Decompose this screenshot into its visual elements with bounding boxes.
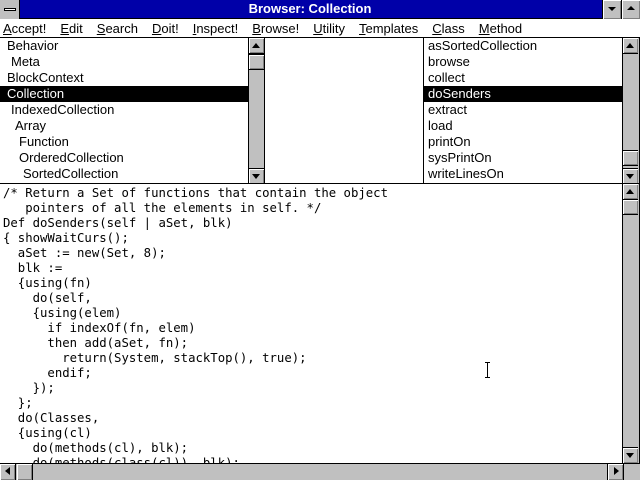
menu-templates[interactable]: Templates: [359, 20, 418, 37]
code-line: {using(fn): [3, 276, 92, 290]
code-line: blk :=: [3, 261, 63, 275]
scroll-up-icon[interactable]: [249, 38, 264, 54]
menu-method[interactable]: Method: [479, 20, 522, 37]
method-list-item[interactable]: browse: [424, 54, 623, 70]
menu-accept[interactable]: Accept!: [3, 20, 46, 37]
method-list-item[interactable]: sysPrintOn: [424, 150, 623, 166]
menu-browse[interactable]: Browse!: [252, 20, 299, 37]
scroll-right-icon[interactable]: [607, 464, 623, 480]
scroll-left-icon[interactable]: [0, 464, 16, 480]
code-line: {using(elem): [3, 306, 122, 320]
code-line: do(methods(class(cl)), blk);: [3, 456, 240, 463]
method-list-item[interactable]: asSortedCollection: [424, 38, 623, 54]
class-list-item[interactable]: IndexedCollection: [0, 102, 249, 118]
method-list[interactable]: asSortedCollection browse collect doSenders…: [424, 38, 623, 183]
code-line: do(Classes,: [3, 411, 100, 425]
class-list-item[interactable]: Meta: [0, 54, 249, 70]
scroll-thumb[interactable]: [623, 150, 638, 166]
category-list[interactable]: [266, 38, 423, 183]
system-menu-icon[interactable]: [0, 0, 20, 19]
scroll-thumb[interactable]: [623, 199, 638, 215]
class-list-item[interactable]: BlockContext: [0, 70, 249, 86]
code-line: };: [3, 396, 33, 410]
class-list-item[interactable]: Collection: [0, 86, 249, 102]
code-line: });: [3, 381, 55, 395]
menu-doit[interactable]: Doit!: [152, 20, 179, 37]
scroll-thumb[interactable]: [17, 464, 33, 480]
code-line: aSet := new(Set, 8);: [3, 246, 166, 260]
editor-vertical-scrollbar[interactable]: [622, 184, 640, 463]
class-list[interactable]: Behavior Meta BlockContext Collection Indexe…: [0, 38, 249, 183]
class-list-item[interactable]: Function: [0, 134, 249, 150]
title-bar[interactable]: Browser: Collection: [0, 0, 640, 19]
class-list-scrollbar[interactable]: [248, 38, 265, 184]
method-list-item[interactable]: doSenders: [424, 86, 623, 102]
code-line: {using(cl): [3, 426, 92, 440]
minimize-icon[interactable]: [602, 0, 621, 19]
class-list-item[interactable]: OrderedCollection: [0, 150, 249, 166]
code-line: endif;: [3, 366, 92, 380]
class-list-item[interactable]: Behavior: [0, 38, 249, 54]
class-list-item[interactable]: Array: [0, 118, 249, 134]
method-list-scrollbar[interactable]: [622, 38, 640, 184]
method-list-item[interactable]: writeLinesOn: [424, 166, 623, 182]
editor-horizontal-scrollbar[interactable]: [0, 463, 623, 480]
code-line: do(methods(cl), blk);: [3, 441, 189, 455]
maximize-icon[interactable]: [621, 0, 640, 19]
menu-utility[interactable]: Utility: [313, 20, 345, 37]
class-list-item[interactable]: SortedCollection: [0, 166, 249, 182]
method-list-item[interactable]: collect: [424, 70, 623, 86]
menu-search[interactable]: Search: [97, 20, 138, 37]
code-line: { showWaitCurs();: [3, 231, 129, 245]
scroll-up-icon[interactable]: [623, 38, 638, 54]
method-list-item[interactable]: printOn: [424, 134, 623, 150]
code-line: if indexOf(fn, elem): [3, 321, 196, 335]
code-line: do(self,: [3, 291, 92, 305]
code-line: /* Return a Set of functions that contai…: [3, 186, 388, 200]
method-list-item[interactable]: extract: [424, 102, 623, 118]
menu-bar: Accept! Edit Search Doit! Inspect! Browse! Uti…: [0, 19, 640, 38]
method-list-item[interactable]: load: [424, 118, 623, 134]
menu-class[interactable]: Class: [432, 20, 465, 37]
scrollbar-corner: [623, 463, 640, 480]
scroll-down-icon[interactable]: [623, 168, 638, 184]
code-line: return(System, stackTop(), true);: [3, 351, 307, 365]
code-editor[interactable]: /* Return a Set of functions that contai…: [0, 184, 623, 463]
code-line: Def doSenders(self | aSet, blk): [3, 216, 233, 230]
code-line: pointers of all the elements in self. */: [3, 201, 322, 215]
code-line: then add(aSet, fn);: [3, 336, 189, 350]
scroll-down-icon[interactable]: [623, 447, 638, 463]
window-title: Browser: Collection: [248, 1, 372, 16]
menu-edit[interactable]: Edit: [60, 20, 82, 37]
menu-inspect[interactable]: Inspect!: [193, 20, 239, 37]
ibeam-cursor-icon: [484, 362, 492, 378]
scroll-up-icon[interactable]: [623, 184, 638, 200]
scroll-down-icon[interactable]: [249, 168, 264, 184]
scroll-thumb[interactable]: [249, 54, 264, 70]
